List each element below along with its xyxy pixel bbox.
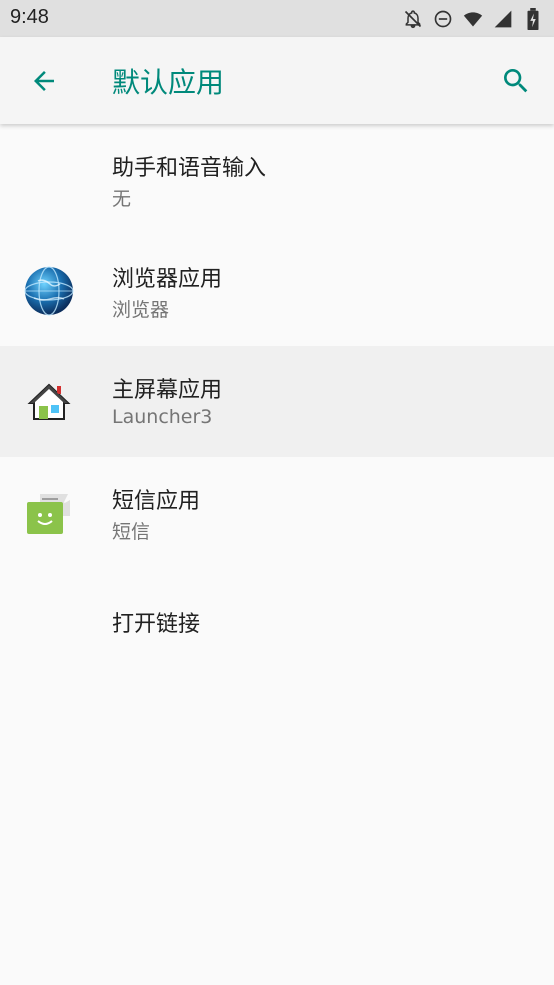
status-time: 9:48 bbox=[10, 6, 49, 28]
list-item-title: 助手和语音输入 bbox=[112, 156, 267, 181]
list-item-title: 打开链接 bbox=[112, 612, 201, 637]
list-item-subtitle: Launcher3 bbox=[112, 406, 213, 428]
list-item-browser[interactable]: 浏览器应用 浏览器 bbox=[0, 235, 554, 346]
notifications-off-icon bbox=[402, 8, 424, 30]
list-item-subtitle: 浏览器 bbox=[112, 299, 170, 321]
battery-charging-icon bbox=[522, 8, 544, 30]
signal-icon bbox=[492, 8, 514, 30]
page-title: 默认应用 bbox=[112, 66, 225, 99]
list-item-subtitle: 无 bbox=[112, 188, 132, 210]
messaging-icon bbox=[27, 494, 70, 534]
back-arrow-icon bbox=[34, 71, 54, 91]
list-item-title: 主屏幕应用 bbox=[112, 378, 223, 403]
list-item-subtitle: 短信 bbox=[112, 521, 151, 543]
home-launcher-icon bbox=[27, 383, 71, 420]
status-icons bbox=[402, 7, 544, 31]
list-item-assistant[interactable]: 助手和语音输入 无 bbox=[0, 124, 554, 235]
search-icon bbox=[504, 69, 528, 93]
list-item-home[interactable]: 主屏幕应用 Launcher3 bbox=[0, 346, 554, 457]
status-bar: 9:48 bbox=[0, 0, 554, 37]
list-item-title: 浏览器应用 bbox=[112, 267, 223, 292]
list-item-open-links[interactable]: 打开链接 bbox=[0, 568, 554, 679]
list-item-sms[interactable]: 短信应用 短信 bbox=[0, 457, 554, 568]
app-bar: 默认应用 bbox=[0, 37, 554, 124]
globe-icon bbox=[24, 266, 74, 316]
back-button[interactable] bbox=[20, 57, 68, 105]
do-not-disturb-icon bbox=[432, 8, 454, 30]
wifi-icon bbox=[462, 8, 484, 30]
list-item-title: 短信应用 bbox=[112, 489, 201, 514]
search-button[interactable] bbox=[492, 57, 540, 105]
default-apps-list: 助手和语音输入 无 浏览器应用 浏览器 主屏幕应用 Launcher3 短信应用… bbox=[0, 124, 554, 679]
